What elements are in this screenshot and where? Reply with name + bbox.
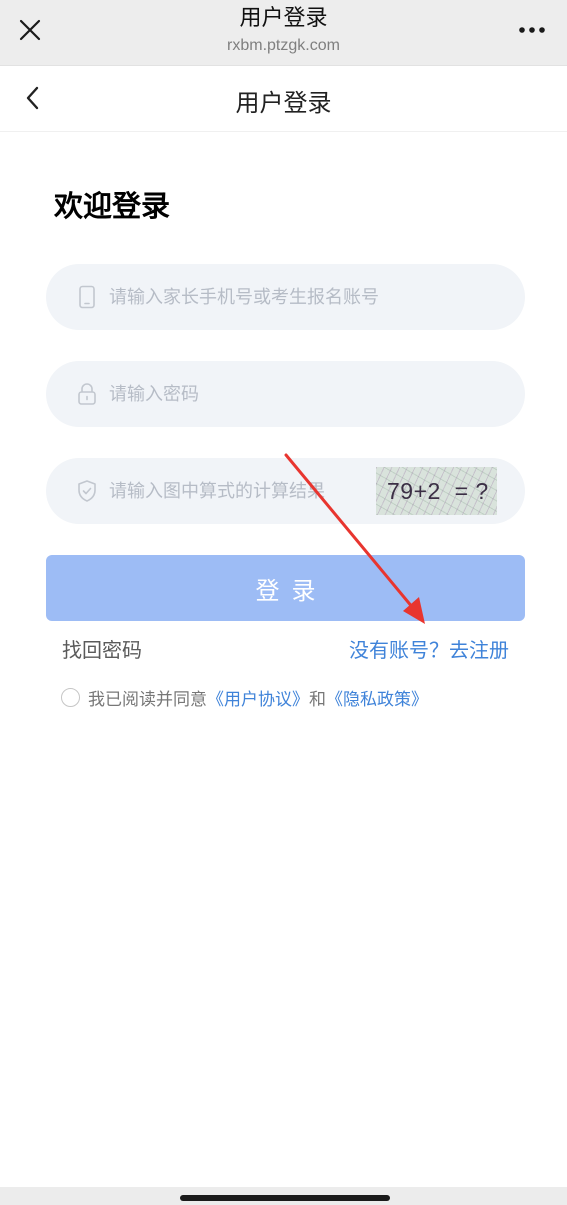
browser-bar: 用户登录 rxbm.ptzgk.com <box>0 0 567 66</box>
agree-checkbox[interactable] <box>61 688 80 707</box>
page-title: 用户登录 <box>235 89 332 117</box>
phone-icon <box>75 285 99 309</box>
captcha-field: 79+2 = ? <box>46 458 525 524</box>
captcha-image[interactable]: 79+2 = ? <box>376 467 497 515</box>
register-link[interactable]: 没有账号？去注册 <box>349 636 509 664</box>
browser-title: 用户登录 <box>239 6 328 31</box>
close-icon[interactable] <box>14 14 46 46</box>
agreement-row: 我已阅读并同意 《用户协议》 和 《隐私政策》 <box>61 685 428 710</box>
page-header: 用户登录 <box>0 66 567 132</box>
user-agreement-link[interactable]: 《用户协议》 <box>207 685 309 710</box>
forgot-password-link[interactable]: 找回密码 <box>62 636 142 664</box>
home-indicator <box>180 1195 390 1201</box>
account-field <box>46 264 525 330</box>
lock-icon <box>75 382 99 406</box>
login-button[interactable]: 登录 <box>46 555 525 621</box>
agreement-text: 我已阅读并同意 <box>88 690 207 710</box>
agreement-and: 和 <box>309 690 326 710</box>
more-icon[interactable] <box>515 16 549 44</box>
account-input[interactable] <box>109 277 525 317</box>
password-input[interactable] <box>109 374 525 414</box>
shield-check-icon <box>75 479 99 503</box>
password-field <box>46 361 525 427</box>
browser-url: rxbm.ptzgk.com <box>227 37 340 54</box>
welcome-heading: 欢迎登录 <box>54 189 171 223</box>
captcha-input[interactable] <box>109 471 365 511</box>
browser-title-group: 用户登录 rxbm.ptzgk.com <box>120 4 447 58</box>
privacy-policy-link[interactable]: 《隐私政策》 <box>326 685 428 710</box>
